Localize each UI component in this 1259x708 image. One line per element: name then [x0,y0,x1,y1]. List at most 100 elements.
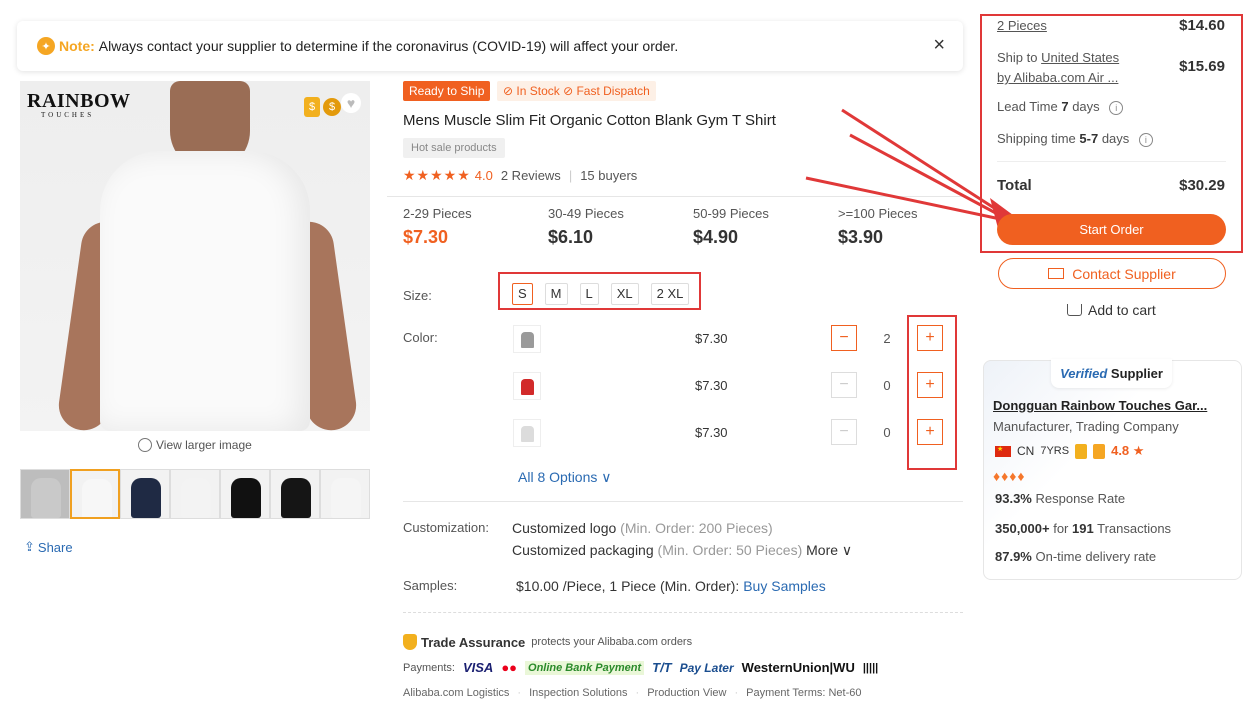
ready-to-ship-tag: Ready to Ship [403,81,491,101]
share-icon: ⇪ [24,539,35,554]
response-rate-label: Response Rate [1035,491,1126,506]
price-tier: >=100 Pieces $3.90 [838,206,983,248]
color-swatch[interactable] [513,325,541,353]
all-options-link[interactable]: All 8 Options ∨ [518,469,612,486]
supplier-name-link[interactable]: Dongguan Rainbow Touches Gar... [993,398,1213,413]
visa-icon: VISA [462,660,494,675]
thumbnail-shirt [31,478,61,518]
thumbnail[interactable] [120,469,170,519]
price-tier: 2-29 Pieces $7.30 [403,206,548,248]
reviews-link[interactable]: 2 Reviews [501,168,561,183]
payments-label: Payments: [403,661,455,674]
add-to-cart-label: Add to cart [1088,302,1156,318]
thumbnail[interactable] [170,469,220,519]
samples-text: $10.00 /Piece, 1 Piece (Min. Order): [516,578,740,594]
color-swatch[interactable] [513,372,541,400]
decrement-button[interactable]: − [831,419,857,445]
pieces-link[interactable]: 2 Pieces [997,18,1047,33]
customization-logo: Customized logo (Min. Order: 200 Pieces) [512,520,773,536]
size-option-s[interactable]: S [512,283,533,305]
transaction-volume: 350,000+ [995,521,1050,536]
contact-supplier-button[interactable]: Contact Supplier [998,258,1226,289]
decrement-button[interactable]: − [831,372,857,398]
lead-time: Lead Time 7 days i [997,99,1124,115]
ship-country-link[interactable]: United States [1041,50,1119,65]
trade-assurance-name[interactable]: Trade Assurance [421,635,525,650]
ontime-label: On-time delivery rate [1035,549,1157,564]
tier-price: $6.10 [548,227,594,247]
gold-supplier-icon: $ [304,97,320,117]
trade-assurance: Trade Assurance protects your Alibaba.co… [403,634,692,650]
supplier-rating: 4.8 ★ [1111,443,1145,458]
size-option-m[interactable]: M [544,283,568,305]
color-swatch[interactable] [513,419,541,447]
hot-sale-tag[interactable]: Hot sale products [403,138,505,158]
custom-packaging-min: (Min. Order: 50 Pieces) [657,542,803,558]
view-larger-label: View larger image [156,438,252,452]
online-bank-payment-icon: Online Bank Payment [525,660,645,675]
add-to-cart-button[interactable]: Add to cart [1067,302,1156,318]
divider [403,612,963,613]
size-option-l[interactable]: L [579,283,599,305]
color-price: $7.30 [695,425,728,440]
supplier-years: 7YRS [1040,445,1070,457]
samples-info: $10.00 /Piece, 1 Piece (Min. Order): Buy… [516,578,826,594]
mastercard-icon: ●● [501,660,518,675]
size-option-xl[interactable]: XL [610,283,639,305]
info-icon[interactable]: i [1109,100,1124,115]
samples-label: Samples: [403,578,458,593]
view-larger-link[interactable]: View larger image [138,438,252,452]
size-label: Size: [403,288,432,303]
shipping-time-unit: days [1101,131,1130,146]
share-label: Share [37,539,73,555]
lead-time-unit: days [1072,99,1100,114]
covid-notice-bar: ✦ Note: Always contact your supplier to … [17,21,963,71]
thumbnail[interactable] [70,469,120,519]
shipping-time-value: 5-7 [1079,131,1099,146]
size-option-2xl[interactable]: 2 XL [650,283,690,305]
tier-qty: 2-29 Pieces [403,206,472,221]
price-tiers: 2-29 Pieces $7.30 30-49 Pieces $6.10 50-… [403,206,983,248]
tier-price: $4.90 [693,227,739,247]
thumbnail-shirt [181,478,211,518]
brand-logo-sub: TOUCHES [41,111,95,119]
transaction-count: 191 [1072,521,1094,536]
buy-samples-link[interactable]: Buy Samples [743,578,825,594]
assessed-icon [1093,443,1106,459]
custom-logo-min: (Min. Order: 200 Pieces) [620,520,773,536]
shipping-time: Shipping time 5-7 days i [997,131,1153,147]
logistics-link[interactable]: Alibaba.com Logistics [403,687,509,699]
share-link[interactable]: ⇪ Share [24,539,73,555]
supplier-type: Manufacturer, Trading Company [993,419,1179,434]
link-separator: · [734,687,739,699]
custom-packaging-label: Customized packaging [512,542,654,558]
heart-icon[interactable]: ♥ [341,93,361,113]
more-link[interactable]: More ∨ [806,542,852,558]
customization-packaging: Customized packaging (Min. Order: 50 Pie… [512,542,852,559]
thumbnail[interactable] [20,469,70,519]
increment-highlight-box [907,315,957,470]
inspection-link[interactable]: Inspection Solutions [529,687,627,699]
ship-method-link[interactable]: by Alibaba.com Air ... [997,70,1118,85]
start-order-button[interactable]: Start Order [997,214,1226,245]
product-main-image[interactable] [20,81,370,431]
transaction-for: for [1053,521,1069,536]
thumbnail[interactable] [270,469,320,519]
boleto-icon: ||||| [862,661,879,674]
divider [387,196,963,197]
info-icon[interactable]: i [1138,132,1153,147]
customization-label: Customization: [403,520,489,535]
trade-assurance-desc: protects your Alibaba.com orders [531,636,693,648]
decrement-button[interactable]: − [831,325,857,351]
trade-assurance-icon [403,634,417,650]
tier-price: $3.90 [838,227,884,247]
shipping-time-label: Shipping time [997,131,1076,146]
thumbnail[interactable] [220,469,270,519]
close-icon[interactable]: × [933,35,945,55]
lead-time-value: 7 [1061,99,1069,114]
price-tier: 30-49 Pieces $6.10 [548,206,693,248]
thumbnail[interactable] [320,469,370,519]
divider [403,501,963,502]
production-view-link[interactable]: Production View [647,687,726,699]
payment-terms-link[interactable]: Payment Terms: Net-60 [746,687,861,699]
